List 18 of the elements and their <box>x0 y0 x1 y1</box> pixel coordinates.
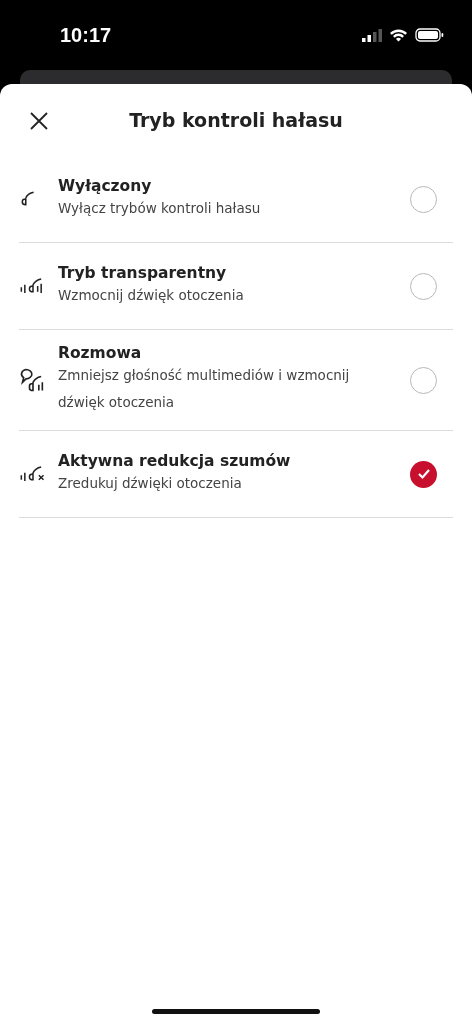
radio-button[interactable] <box>410 185 437 213</box>
signal-icon <box>362 28 382 42</box>
check-icon <box>416 468 431 480</box>
wifi-icon <box>389 28 408 42</box>
battery-icon <box>415 28 444 42</box>
option-title: Rozmowa <box>58 344 143 362</box>
option-description: Zredukuj dźwięki otoczenia <box>58 473 243 493</box>
radio-button[interactable] <box>410 460 437 488</box>
option-title: Wyłączony <box>58 176 153 195</box>
radio-button[interactable] <box>410 272 437 300</box>
option-title: Aktywna redukcja szumów <box>58 451 292 470</box>
option-description: Zmniejsz głośność multimediów i wzmocnij dźwięk otoczenia <box>58 366 351 412</box>
option-title: Tryb transparentny <box>58 263 228 282</box>
radio-button[interactable] <box>410 366 437 394</box>
option-description: Wzmocnij dźwięk otoczenia <box>58 285 245 305</box>
option-description: Wyłącz trybów kontroli hałasu <box>58 198 262 218</box>
sheet-title: Tryb kontroli hałasu <box>129 109 343 131</box>
status-time: 10:17 <box>60 23 112 47</box>
